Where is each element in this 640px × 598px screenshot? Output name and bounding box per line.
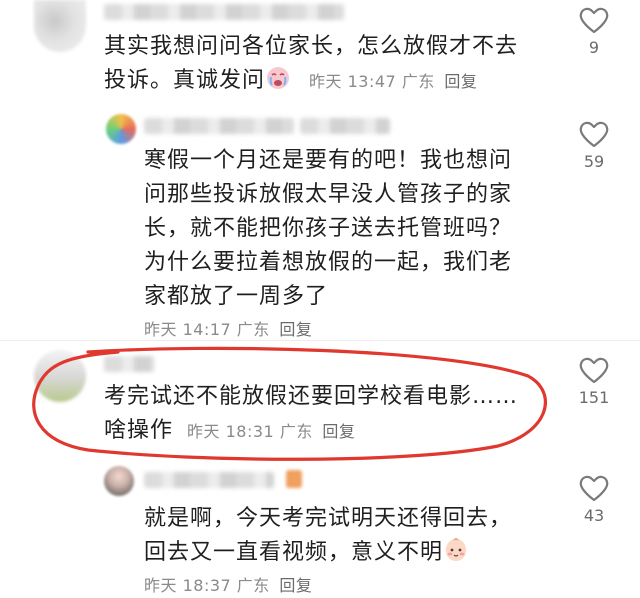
comment-text-line-with-meta: 啥操作 昨天 18:31 广东 回复 bbox=[104, 414, 518, 449]
comment-text-line-with-emoji: 回去又一直看视频，意义不明 bbox=[144, 536, 512, 574]
like-button[interactable]: 9 bbox=[574, 6, 614, 57]
username-redacted[interactable] bbox=[144, 472, 274, 488]
heart-outline-icon bbox=[579, 357, 609, 384]
heart-outline-icon bbox=[579, 475, 609, 502]
avatar[interactable] bbox=[104, 112, 138, 146]
like-button[interactable]: 151 bbox=[574, 356, 614, 407]
username-redacted[interactable] bbox=[144, 118, 294, 134]
comment-location: 广东 bbox=[401, 72, 435, 91]
avatar[interactable] bbox=[104, 466, 134, 496]
comment-location: 广东 bbox=[236, 576, 270, 595]
badge-redacted bbox=[286, 470, 302, 488]
reply-button[interactable]: 回复 bbox=[322, 422, 355, 441]
comment-meta: 昨天 14:17 广东 回复 bbox=[144, 316, 312, 340]
comment-meta: 昨天 18:31 广东 回复 bbox=[187, 422, 355, 441]
reply-button[interactable]: 回复 bbox=[279, 576, 312, 595]
like-button[interactable]: 43 bbox=[574, 474, 614, 525]
avatar[interactable] bbox=[34, 0, 86, 52]
comment-time: 昨天 18:31 bbox=[187, 422, 275, 441]
username-redacted[interactable] bbox=[104, 4, 344, 20]
username-redacted[interactable] bbox=[300, 118, 390, 134]
like-button[interactable]: 59 bbox=[574, 120, 614, 171]
comment-text: 寒假一个月还是要有的吧！我也想问 问那些投诉放假太早没人管孩子的家 长，就不能把… bbox=[144, 144, 512, 314]
comment-text-line: 投诉。真诚发问 bbox=[104, 68, 266, 93]
comment-text: 其实我想问问各位家长，怎么放假才不去 投诉。真诚发问 昨天 13:47 广东 回… bbox=[104, 30, 518, 102]
blushing-face-emoji-icon bbox=[443, 537, 469, 574]
comment-text-line: 回去又一直看视频，意义不明 bbox=[144, 540, 444, 565]
comment-meta: 昨天 13:47 广东 回复 bbox=[309, 72, 477, 91]
like-count: 59 bbox=[583, 152, 605, 171]
like-count: 9 bbox=[588, 38, 600, 57]
like-count: 43 bbox=[583, 506, 605, 525]
comment-text-line: 就是啊，今天考完试明天还得回去， bbox=[144, 506, 513, 531]
comment-time: 昨天 13:47 bbox=[309, 72, 397, 91]
comment-text-line: 考完试还不能放假还要回学校看电影…… bbox=[104, 384, 519, 409]
comment-time: 昨天 18:37 bbox=[144, 576, 232, 595]
like-count: 151 bbox=[578, 388, 610, 407]
avatar[interactable] bbox=[34, 350, 86, 402]
divider bbox=[0, 340, 640, 341]
comment-text-line-with-meta: 投诉。真诚发问 昨天 13:47 广东 回复 bbox=[104, 64, 518, 102]
reply-button[interactable]: 回复 bbox=[279, 320, 312, 339]
crying-face-emoji-icon bbox=[265, 65, 291, 102]
heart-outline-icon bbox=[579, 7, 609, 34]
comment-location: 广东 bbox=[279, 422, 313, 441]
comment-text-line: 其实我想问问各位家长，怎么放假才不去 bbox=[104, 34, 519, 59]
comment-text-line: 家都放了一周多了 bbox=[144, 284, 329, 309]
comment-text-line: 问那些投诉放假太早没人管孩子的家 bbox=[144, 182, 513, 207]
comment-text-line: 为什么要拉着想放假的一起，我们老 bbox=[144, 250, 513, 275]
username-redacted[interactable] bbox=[104, 356, 154, 372]
comment-text-line: 啥操作 bbox=[104, 418, 174, 443]
reply-button[interactable]: 回复 bbox=[444, 72, 477, 91]
comment-text-line: 寒假一个月还是要有的吧！我也想问 bbox=[144, 148, 513, 173]
comment-time: 昨天 14:17 bbox=[144, 320, 232, 339]
comment-location: 广东 bbox=[236, 320, 270, 339]
comment-text-line: 长，就不能把你孩子送去托管班吗？ bbox=[144, 216, 513, 241]
comment-text: 考完试还不能放假还要回学校看电影…… 啥操作 昨天 18:31 广东 回复 bbox=[104, 380, 518, 449]
comment-text: 就是啊，今天考完试明天还得回去， 回去又一直看视频，意义不明 bbox=[144, 502, 512, 574]
heart-outline-icon bbox=[579, 121, 609, 148]
comment-meta: 昨天 18:37 广东 回复 bbox=[144, 572, 312, 596]
